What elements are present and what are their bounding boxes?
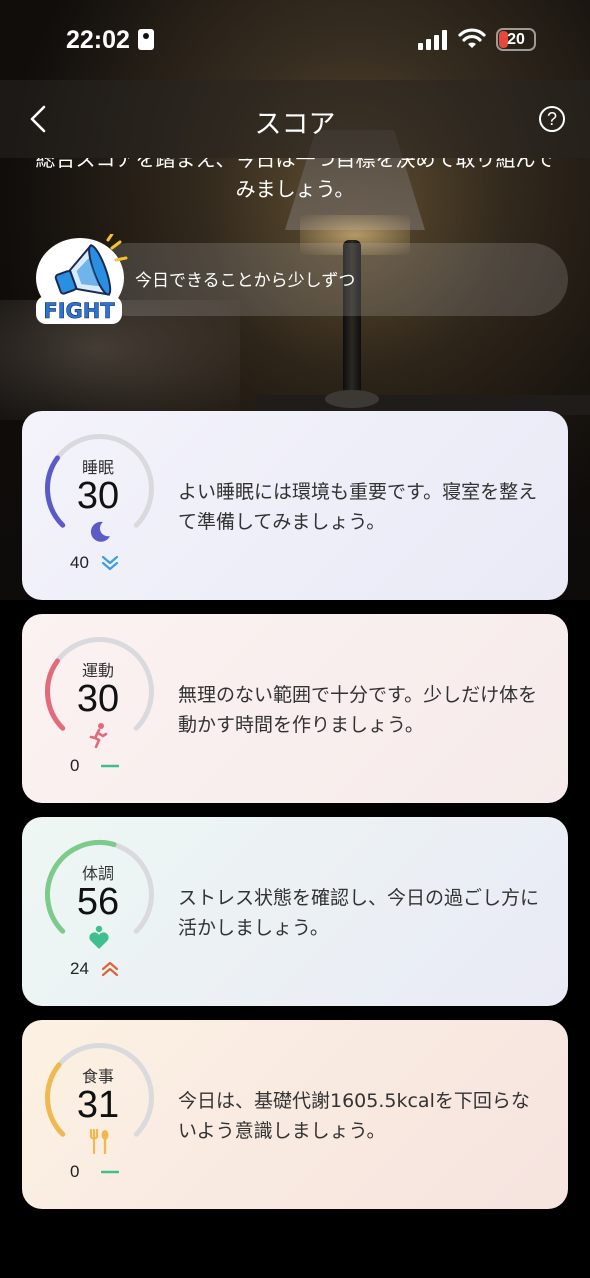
score-value: 31	[76, 1084, 120, 1126]
trend-value: 40	[70, 553, 89, 572]
intro-text-container: 総合スコアを踏まえ、今日は一つ目標を決めて取り組んでみましょう。	[0, 158, 590, 208]
score-value: 30	[76, 475, 120, 517]
cellular-signal-icon	[418, 30, 450, 50]
advice-text: ストレス状態を確認し、今日の過ごし方に活かしましょう。	[178, 887, 540, 939]
fork-spoon-icon	[89, 1128, 109, 1154]
score-card-meal[interactable]: 食事 31 0 今日は、基礎代謝1605.5kcalを下回らないよう意識しましょ…	[22, 1020, 568, 1209]
running-icon	[89, 723, 108, 748]
battery-icon: 20	[496, 28, 536, 51]
motivation-message: 今日できることから少しずつ	[135, 271, 356, 291]
wifi-icon	[458, 28, 486, 48]
advice-text: 無理のない範囲で十分です。少しだけ体を動かす時間を作りましょう。	[178, 684, 538, 736]
fight-badge-text: FIGHT	[43, 299, 115, 323]
double-chevron-up-icon	[101, 961, 119, 977]
nav-bar: スコア ?	[0, 80, 590, 158]
score-card-sleep[interactable]: 睡眠 30 40 よい睡眠には環境も重要です。寝室を整えて準備してみましょう。	[22, 411, 568, 600]
moon-icon	[90, 521, 110, 542]
trend-value: 0	[70, 1162, 80, 1181]
help-icon[interactable]: ?	[539, 106, 565, 132]
trend-value: 0	[70, 756, 80, 775]
score-card-exercise[interactable]: 運動 30 0 無理のない範囲で十分です。少しだけ体を動かす時間を作りましょう。	[22, 614, 568, 803]
background-lamp-base	[325, 390, 379, 408]
double-chevron-down-icon	[101, 555, 119, 571]
score-value: 56	[76, 881, 120, 923]
flat-dash-icon	[101, 1170, 119, 1174]
status-bar: 22:02 20	[0, 0, 590, 80]
megaphone-fight-icon: FIGHT	[36, 234, 128, 324]
score-value: 30	[76, 678, 120, 720]
battery-level: 20	[507, 31, 525, 48]
heart-person-icon	[89, 925, 109, 949]
advice-text: よい睡眠には環境も重要です。寝室を整えて準備してみましょう。	[178, 481, 538, 533]
id-card-icon	[138, 29, 154, 50]
page-title: スコア	[254, 109, 336, 140]
score-card-condition[interactable]: 体調 56 24 ストレス状態を確認し、今日の過ごし方に活かしましょう。	[22, 817, 568, 1006]
flat-dash-icon	[101, 764, 119, 768]
intro-text: 総合スコアを踏まえ、今日は一つ目標を決めて取り組んでみましょう。	[35, 158, 555, 201]
status-time: 22:02	[66, 26, 130, 54]
trend-value: 24	[70, 959, 89, 978]
advice-text: 今日は、基礎代謝1605.5kcalを下回らないよう意識しましょう。	[178, 1090, 530, 1142]
